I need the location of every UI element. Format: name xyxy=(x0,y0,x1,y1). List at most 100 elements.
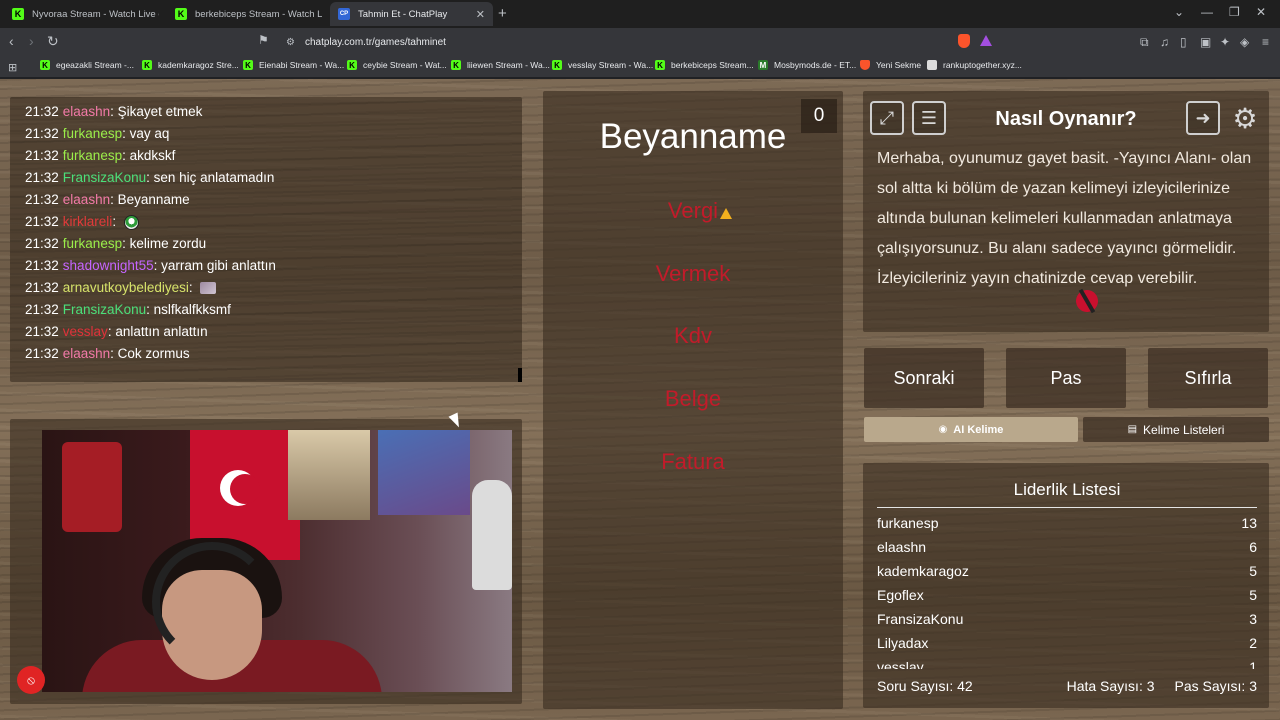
new-tab-icon[interactable]: + xyxy=(498,5,507,22)
bookmark-vesslay[interactable]: Kvesslay Stream - Wa... xyxy=(552,60,653,70)
bookmark-berkebiceps[interactable]: Kberkebiceps Stream... xyxy=(655,60,754,70)
ai-word-button[interactable]: ◉ AI Kelime xyxy=(864,417,1078,442)
chat-scrollbar[interactable] xyxy=(518,368,522,382)
chat-message: 21:32 arnavutkoybelediyesi: xyxy=(25,277,522,299)
record-indicator-icon[interactable]: ⦸ xyxy=(17,666,45,694)
chat-time: 21:32 xyxy=(25,126,59,141)
chat-username[interactable]: elaashn xyxy=(63,192,110,207)
bookmark-yeni-sekme[interactable]: Yeni Sekme xyxy=(860,60,921,70)
bookmark-kademkaragoz[interactable]: Kkademkaragoz Stre... xyxy=(142,60,239,70)
chat-time: 21:32 xyxy=(25,104,59,119)
close-icon[interactable]: ✕ xyxy=(476,8,485,21)
player-score: 13 xyxy=(1241,515,1257,531)
chat-username[interactable]: elaashn xyxy=(63,104,110,119)
site-info-icon[interactable]: ⚙ xyxy=(286,37,295,48)
next-button[interactable]: Sonraki xyxy=(864,348,984,408)
word-lists-label: Kelime Listeleri xyxy=(1143,422,1225,437)
back-icon[interactable]: ‹ xyxy=(9,33,14,49)
restore-icon[interactable]: ❐ xyxy=(1229,5,1240,19)
bookmark-eienabi[interactable]: K Eienabi Stream - Wa... xyxy=(243,60,344,70)
chat-time: 21:32 xyxy=(25,302,59,317)
chat-colon: : xyxy=(153,258,162,273)
brave-shield-icon[interactable] xyxy=(958,34,970,48)
ai-word-label: AI Kelime xyxy=(953,423,1004,436)
chat-username[interactable]: kirklareli xyxy=(63,214,113,229)
bookmark-ceybie[interactable]: Kceybie Stream - Wat... xyxy=(347,60,447,70)
menu-icon[interactable]: ≡ xyxy=(1262,35,1269,49)
chat-username[interactable]: shadownight55 xyxy=(63,258,154,273)
chat-username[interactable]: elaashn xyxy=(63,346,110,361)
chat-colon: : xyxy=(110,346,118,361)
bookmark-icon[interactable]: ⚑ xyxy=(258,33,269,47)
extensions-icon[interactable]: ⧉ xyxy=(1140,35,1149,50)
chat-colon: : xyxy=(146,302,154,317)
fullscreen-icon[interactable]: ⤢ xyxy=(870,101,904,135)
chat-colon: : xyxy=(122,126,130,141)
chat-text: akdkskf xyxy=(129,148,176,163)
bookmark-mosbymods[interactable]: M Mosbymods.de - ET... xyxy=(758,60,856,70)
chat-username[interactable]: furkanesp xyxy=(63,148,122,163)
brave-rewards-icon[interactable] xyxy=(980,35,992,46)
chat-message: 21:32 elaashn: Cok zormus xyxy=(25,343,522,365)
music-icon[interactable]: ♫ xyxy=(1160,35,1169,49)
reset-button[interactable]: Sıfırla xyxy=(1148,348,1268,408)
chat-text: sen hiç anlatamadın xyxy=(153,170,275,185)
window-close-icon[interactable]: ✕ xyxy=(1256,5,1266,19)
chat-colon: : xyxy=(112,214,120,229)
wallet-icon[interactable]: ▣ xyxy=(1200,35,1211,49)
logout-icon[interactable]: ➜ xyxy=(1186,101,1220,135)
tab-tahmin-et[interactable]: CP Tahmin Et - ChatPlay ✕ xyxy=(330,2,493,26)
bookmark-label: kademkaragoz Stre... xyxy=(158,60,239,70)
chat-username[interactable]: furkanesp xyxy=(63,126,122,141)
bookmark-rankuptogether[interactable]: rankuptogether.xyz... xyxy=(927,60,1022,70)
bookmark-egeazakli[interactable]: Kegeazakli Stream -... xyxy=(40,60,134,70)
reload-icon[interactable]: ↻ xyxy=(47,33,59,50)
how-to-play-title: Nasıl Oynanır? xyxy=(995,108,1137,130)
chat-message: 21:32 elaashn: Şikayet etmek xyxy=(25,101,522,123)
word-lists-button[interactable]: ▤ Kelime Listeleri xyxy=(1083,417,1269,442)
page-icon xyxy=(927,60,937,70)
apps-grid-icon[interactable]: ⊞ xyxy=(8,61,17,74)
chat-username[interactable]: arnavutkoybelediyesi xyxy=(63,280,189,295)
bookmark-label: Mosbymods.de - ET... xyxy=(774,60,857,70)
forward-icon[interactable]: › xyxy=(29,33,34,49)
main-word: Beyanname xyxy=(599,117,787,156)
chat-colon: : xyxy=(110,192,118,207)
notes-icon[interactable]: ☰ xyxy=(912,101,946,135)
chat-message: 21:32 elaashn: Beyanname xyxy=(25,189,522,211)
leaderboard-row: vesslay 1 xyxy=(877,655,1257,669)
chat-username[interactable]: furkanesp xyxy=(63,236,122,251)
chat-message: 21:32 furkanesp: vay aq xyxy=(25,123,522,145)
minimize-icon[interactable]: — xyxy=(1201,5,1213,19)
chat-username[interactable]: FransizaKonu xyxy=(63,170,146,185)
football-emote xyxy=(123,214,139,230)
webcam-feed xyxy=(42,430,512,692)
player-score: 5 xyxy=(1249,563,1257,579)
tab-berkebiceps[interactable]: K berkebiceps Stream - Watch Live on xyxy=(167,2,330,26)
pass-button[interactable]: Pas xyxy=(1006,348,1126,408)
vpn-icon[interactable]: ◈ xyxy=(1240,35,1249,49)
chat-time: 21:32 xyxy=(25,346,59,361)
bookmark-liiewen[interactable]: Kliiewen Stream - Wa... xyxy=(451,60,550,70)
kick-icon: K xyxy=(12,8,24,20)
address-toolbar: ‹ › ↻ ⚑ ⚙ chatplay.com.tr/games/tahminet… xyxy=(0,28,1280,56)
chat-message: 21:32 FransizaKonu: sen hiç anlatamadın xyxy=(25,167,522,189)
chevron-down-icon[interactable]: ⌄ xyxy=(1174,5,1184,19)
tab-nyvoraa[interactable]: K Nyvoraa Stream - Watch Live on xyxy=(4,2,167,26)
chat-text: vay aq xyxy=(129,126,170,141)
question-count: Soru Sayısı: 42 xyxy=(877,678,973,694)
sidebar-icon[interactable]: ▯ xyxy=(1180,35,1187,49)
chat-time: 21:32 xyxy=(25,192,59,207)
bookmark-label: rankuptogether.xyz... xyxy=(943,60,1022,70)
settings-gear-icon[interactable]: ⚙ xyxy=(1228,101,1262,135)
url-field[interactable]: ⚙ chatplay.com.tr/games/tahminet xyxy=(276,31,952,53)
taboo-word: Fatura xyxy=(661,449,725,474)
chat-username[interactable]: vesslay xyxy=(63,324,108,339)
kick-icon: K xyxy=(347,60,357,70)
chat-username[interactable]: FransizaKonu xyxy=(63,302,146,317)
how-to-play-text: Merhaba, oyunumuz gayet basit. -Yayıncı … xyxy=(877,150,1252,287)
chat-text: Şikayet etmek xyxy=(117,104,203,119)
leo-icon[interactable]: ✦ xyxy=(1220,35,1230,49)
chat-time: 21:32 xyxy=(25,236,59,251)
chat-time: 21:32 xyxy=(25,324,59,339)
